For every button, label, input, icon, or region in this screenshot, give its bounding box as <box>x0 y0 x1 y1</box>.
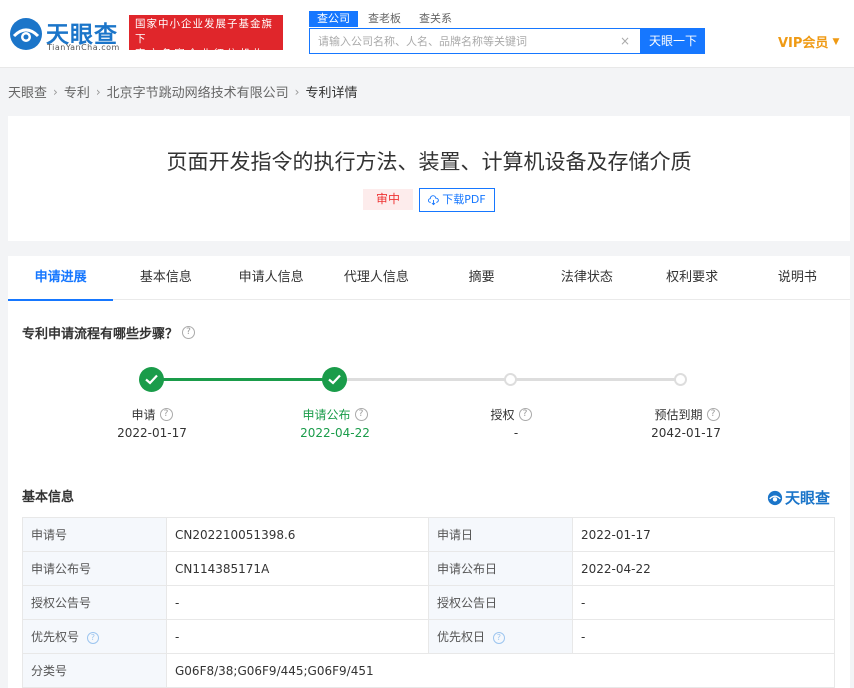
progress-heading: 专利申请流程有哪些步骤？ ? <box>22 323 196 342</box>
cloud-download-icon <box>428 194 440 205</box>
search-tab-relation[interactable]: 查关系 <box>411 11 460 27</box>
step-label-text: 申请 <box>131 408 156 422</box>
field-value: - <box>572 619 835 654</box>
tab-claims[interactable]: 权利要求 <box>640 256 745 300</box>
table-row: 申请号 CN202210051398.6 申请日 2022-01-17 <box>22 517 835 552</box>
help-icon[interactable]: ? <box>86 631 99 644</box>
search-type-tabs: 查公司 查老板 查关系 <box>309 11 462 27</box>
vip-label: VIP会员 <box>778 36 829 51</box>
tab-description[interactable]: 说明书 <box>745 256 850 300</box>
step-check-icon <box>139 367 164 392</box>
field-value: 2022-01-17 <box>572 517 835 552</box>
detail-tabs: 申请进展 基本信息 申请人信息 代理人信息 摘要 法律状态 权利要求 说明书 <box>8 256 850 301</box>
breadcrumb-patent[interactable]: 专利 <box>64 82 90 101</box>
field-label: 分类号 <box>22 653 167 688</box>
step-label-text: 预估到期 <box>654 408 703 422</box>
search-box: × <box>309 28 641 54</box>
field-value: - <box>572 585 835 620</box>
field-value: - <box>166 619 429 654</box>
top-header: 天眼查 TianYanCha.com 国家中小企业发展子基金旗下 官方备案企业征… <box>0 0 854 68</box>
main-panel: 申请进展 基本信息 申请人信息 代理人信息 摘要 法律状态 权利要求 说明书 专… <box>8 256 850 688</box>
help-icon[interactable]: ? <box>518 408 532 421</box>
step-date-grant: - <box>513 426 519 440</box>
official-banner: 国家中小企业发展子基金旗下 官方备案企业征信机构 <box>129 15 283 60</box>
basic-info-table: 申请号 CN202210051398.6 申请日 2022-01-17 申请公布… <box>22 517 835 688</box>
table-row: 优先权号 ? - 优先权日 ? - <box>22 619 835 654</box>
field-label: 申请公布号 <box>22 551 167 586</box>
search-tab-company[interactable]: 查公司 <box>309 11 358 27</box>
field-value: CN114385171A <box>166 551 429 586</box>
breadcrumb-separator-icon: › <box>53 84 58 99</box>
patent-title: 页面开发指令的执行方法、装置、计算机设备及存储介质 <box>166 150 692 174</box>
step-label-text: 授权 <box>490 408 515 422</box>
search-input[interactable] <box>310 29 610 53</box>
tab-application-progress[interactable]: 申请进展 <box>8 256 114 301</box>
tianyancha-logo[interactable]: 天眼查 TianYanCha.com <box>8 14 123 54</box>
tab-applicant-info[interactable]: 申请人信息 <box>219 256 324 300</box>
help-icon[interactable]: ? <box>182 326 196 339</box>
vip-member-menu[interactable]: VIP会员 ▼ <box>778 32 839 51</box>
banner-line-2: 官方备案企业征信机构 <box>135 48 266 60</box>
field-label: 申请号 <box>22 517 167 552</box>
step-date-expiry: 2042-01-17 <box>651 426 721 440</box>
patent-title-card: 页面开发指令的执行方法、装置、计算机设备及存储介质 审中 下载PDF <box>8 116 850 241</box>
tab-basic-info[interactable]: 基本信息 <box>113 256 218 300</box>
tab-abstract[interactable]: 摘要 <box>429 256 534 300</box>
field-label: 优先权号 <box>31 630 80 644</box>
step-label-text: 申请公布 <box>302 408 351 422</box>
download-pdf-label: 下载PDF <box>442 193 486 206</box>
field-label-with-help: 优先权号 ? <box>22 619 167 654</box>
step-label-expiry: 预估到期 ? <box>627 406 747 423</box>
logo-mark-icon <box>10 18 42 50</box>
field-label: 申请公布日 <box>428 551 573 586</box>
banner-line-1: 国家中小企业发展子基金旗下 <box>135 18 273 45</box>
table-row: 授权公告号 - 授权公告日 - <box>22 585 835 620</box>
logo-mark-icon <box>767 490 783 505</box>
step-pending-dot-icon <box>674 373 687 386</box>
progress-steps: 申请 ? 2022-01-17 申请公布 ? 2022-04-22 授权 ? -… <box>8 366 850 446</box>
download-pdf-button[interactable]: 下载PDF <box>419 188 495 212</box>
progress-heading-text: 专利申请流程有哪些步骤？ <box>22 327 179 342</box>
basic-info-heading: 基本信息 <box>22 490 75 505</box>
step-label-grant: 授权 ? <box>451 406 571 423</box>
help-icon[interactable]: ? <box>354 408 368 421</box>
clear-icon[interactable]: × <box>618 34 632 48</box>
breadcrumb-current: 专利详情 <box>305 86 358 101</box>
step-label-apply: 申请 ? <box>92 406 212 423</box>
field-value: - <box>166 585 429 620</box>
help-icon[interactable]: ? <box>492 631 505 644</box>
breadcrumb-separator-icon: › <box>95 84 101 99</box>
field-value: 2022-04-22 <box>572 551 835 586</box>
breadcrumb-separator-icon: › <box>294 84 300 99</box>
breadcrumb: 天眼查 › 专利 › 北京字节跳动网络技术有限公司 › 专利详情 <box>8 82 358 102</box>
logo-subtitle: TianYanCha.com <box>47 43 120 52</box>
search-button[interactable]: 天眼一下 <box>641 28 705 54</box>
brand-watermark: 天眼查 <box>767 487 830 508</box>
field-label: 申请日 <box>428 517 573 552</box>
caret-down-icon: ▼ <box>832 36 840 47</box>
status-badge: 审中 <box>363 189 413 210</box>
field-label-with-help: 优先权日 ? <box>428 619 573 654</box>
field-value: CN202210051398.6 <box>166 517 429 552</box>
breadcrumb-company[interactable]: 北京字节跳动网络技术有限公司 <box>107 82 289 101</box>
table-row: 申请公布号 CN114385171A 申请公布日 2022-04-22 <box>22 551 835 586</box>
field-label: 授权公告号 <box>22 585 167 620</box>
step-label-publish: 申请公布 ? <box>275 406 395 423</box>
breadcrumb-home[interactable]: 天眼查 <box>8 82 47 101</box>
help-icon[interactable]: ? <box>706 408 720 421</box>
step-check-icon <box>322 367 347 392</box>
field-value: G06F8/38;G06F9/445;G06F9/451 <box>166 653 835 688</box>
tab-legal-status[interactable]: 法律状态 <box>534 256 639 300</box>
step-connector-done <box>152 378 335 381</box>
table-row: 分类号 G06F8/38;G06F9/445;G06F9/451 <box>22 653 835 688</box>
step-pending-dot-icon <box>504 373 517 386</box>
help-icon[interactable]: ? <box>159 408 173 421</box>
field-label: 优先权日 <box>437 630 486 644</box>
tab-agent-info[interactable]: 代理人信息 <box>324 256 429 300</box>
step-date-publish: 2022-04-22 <box>300 426 370 440</box>
brand-mark-text: 天眼查 <box>785 489 831 507</box>
step-date-apply: 2022-01-17 <box>117 426 187 440</box>
field-label: 授权公告日 <box>428 585 573 620</box>
search-tab-boss[interactable]: 查老板 <box>360 11 409 27</box>
